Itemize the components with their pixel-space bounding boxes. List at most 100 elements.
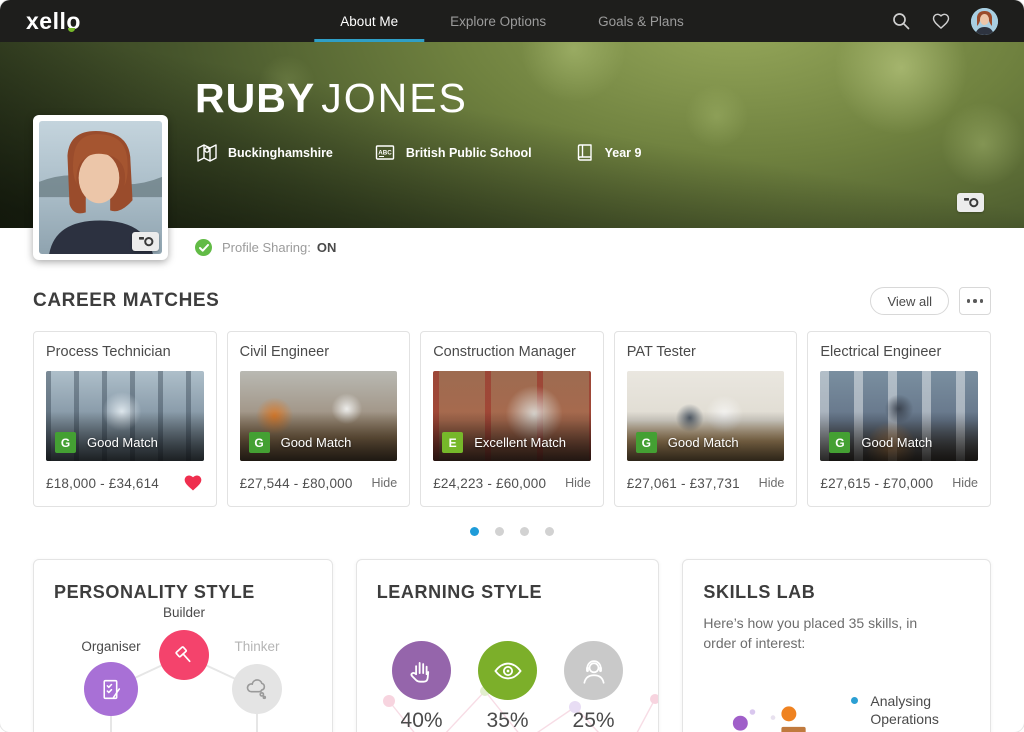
match-badge: E (442, 432, 463, 453)
more-options-button[interactable] (959, 287, 991, 315)
match-row: E Excellent Match (442, 432, 566, 453)
career-cards-row: Process Technician G Good Match £18,000 … (33, 331, 991, 507)
career-card[interactable]: Electrical Engineer G Good Match £27,615… (807, 331, 991, 507)
pagination-dot-active[interactable] (470, 527, 479, 536)
match-label: Good Match (87, 435, 158, 450)
salary-range: £18,000 - £34,614 (46, 476, 159, 491)
hand-icon (407, 656, 437, 686)
career-photo: G Good Match (46, 371, 204, 461)
hide-link[interactable]: Hide (952, 476, 978, 490)
personality-node-organiser[interactable] (84, 662, 138, 716)
career-matches-actions: View all (870, 287, 991, 315)
top-nav: xello About Me Explore Options Goals & P… (0, 0, 1024, 42)
match-label: Good Match (861, 435, 932, 450)
hide-link[interactable]: Hide (371, 476, 397, 490)
tab-goals-plans[interactable]: Goals & Plans (572, 0, 710, 42)
profile-photo[interactable] (33, 115, 168, 260)
salary-range: £24,223 - £60,000 (433, 476, 546, 491)
match-badge: G (636, 432, 657, 453)
logo-accent (68, 28, 75, 32)
school-item: ABC British Public School (373, 141, 532, 165)
personality-title: PERSONALITY STYLE (54, 582, 312, 603)
personality-node-thinker[interactable] (232, 664, 282, 714)
summary-panels: PERSONALITY STYLE Builder Organiser Thin… (33, 559, 991, 732)
tab-about-me[interactable]: About Me (314, 0, 424, 42)
hammer-icon (171, 642, 198, 669)
learning-diagram: 40% 35% (377, 641, 639, 732)
personality-diagram: Builder Organiser Thinker (54, 609, 312, 732)
match-badge: G (55, 432, 76, 453)
sharing-state: ON (317, 240, 337, 255)
favorite-heart-icon[interactable] (182, 473, 204, 493)
skills-lab-panel[interactable]: SKILLS LAB Here’s how you placed 35 skil… (682, 559, 991, 732)
skill-item[interactable]: Analysing Operations (851, 692, 991, 728)
career-title: Electrical Engineer (820, 344, 978, 360)
year-item: Year 9 (572, 141, 642, 165)
skill-label: Analysing Operations (870, 692, 991, 728)
main-content: CAREER MATCHES View all Process Technici… (0, 287, 1024, 732)
learning-style-visual[interactable]: 35% (478, 641, 537, 732)
location-item: Buckinghamshire (195, 141, 333, 165)
profile-banner: RUBYJONES Buckinghamshire ABC British Pu… (0, 42, 1024, 228)
pagination-dot[interactable] (520, 527, 529, 536)
skills-description: Here’s how you placed 35 skills, in orde… (703, 613, 948, 654)
learning-style-kinesthetic[interactable]: 40% (392, 641, 451, 732)
favorites-heart-icon[interactable] (931, 11, 951, 31)
pagination-dot[interactable] (495, 527, 504, 536)
career-photo: G Good Match (820, 371, 978, 461)
user-avatar[interactable] (971, 8, 998, 35)
search-icon[interactable] (891, 11, 911, 31)
node-label-organiser: Organiser (81, 639, 140, 654)
banner-camera-icon[interactable] (957, 193, 984, 212)
match-label: Good Match (668, 435, 739, 450)
match-row: G Good Match (249, 432, 352, 453)
school-board-icon: ABC (373, 141, 397, 165)
career-title: Process Technician (46, 344, 204, 360)
pagination-dot[interactable] (545, 527, 554, 536)
match-label: Good Match (281, 435, 352, 450)
profile-header: RUBYJONES Buckinghamshire ABC British Pu… (195, 78, 641, 165)
career-card[interactable]: Construction Manager E Excellent Match £… (420, 331, 604, 507)
salary-range: £27,061 - £37,731 (627, 476, 740, 491)
learning-style-auditory[interactable]: 25% (564, 641, 623, 732)
match-badge: G (249, 432, 270, 453)
view-all-button[interactable]: View all (870, 287, 949, 315)
first-name: RUBY (195, 75, 315, 121)
tab-explore-options[interactable]: Explore Options (424, 0, 572, 42)
app-window: xello About Me Explore Options Goals & P… (0, 0, 1024, 732)
clipboard-icon (98, 676, 125, 703)
career-photo: E Excellent Match (433, 371, 591, 461)
node-label-thinker: Thinker (234, 639, 279, 654)
hide-link[interactable]: Hide (565, 476, 591, 490)
skills-list: Analysing Operations Evaluating Systems (851, 692, 991, 732)
hide-link[interactable]: Hide (759, 476, 785, 490)
svg-text:ABC: ABC (378, 150, 392, 157)
match-row: G Good Match (829, 432, 932, 453)
career-card[interactable]: PAT Tester G Good Match £27,061 - £37,73… (614, 331, 798, 507)
personality-node-builder[interactable] (159, 630, 209, 680)
school-label: British Public School (406, 146, 532, 160)
check-icon (195, 239, 212, 256)
profile-name: RUBYJONES (195, 78, 641, 119)
personality-style-panel[interactable]: PERSONALITY STYLE Builder Organiser Thin… (33, 559, 333, 732)
career-matches-title: CAREER MATCHES (33, 290, 219, 312)
career-photo: G Good Match (240, 371, 398, 461)
match-label: Excellent Match (474, 435, 566, 450)
salary-range: £27,615 - £70,000 (820, 476, 933, 491)
career-card[interactable]: Process Technician G Good Match £18,000 … (33, 331, 217, 507)
match-row: G Good Match (636, 432, 739, 453)
nav-actions (891, 8, 998, 35)
main-navigation: About Me Explore Options Goals & Plans (314, 0, 709, 42)
camera-icon[interactable] (132, 232, 159, 251)
xello-logo[interactable]: xello (26, 10, 75, 33)
career-card[interactable]: Civil Engineer G Good Match £27,544 - £8… (227, 331, 411, 507)
map-pin-icon (195, 141, 219, 165)
learning-style-panel[interactable]: LEARNING STYLE (356, 559, 660, 732)
skills-title: SKILLS LAB (703, 582, 970, 603)
learning-percent: 25% (573, 709, 615, 732)
eye-icon (492, 655, 524, 687)
node-label-builder: Builder (163, 605, 205, 620)
match-badge: G (829, 432, 850, 453)
ellipsis-icon (967, 299, 971, 303)
learning-percent: 40% (401, 709, 443, 732)
